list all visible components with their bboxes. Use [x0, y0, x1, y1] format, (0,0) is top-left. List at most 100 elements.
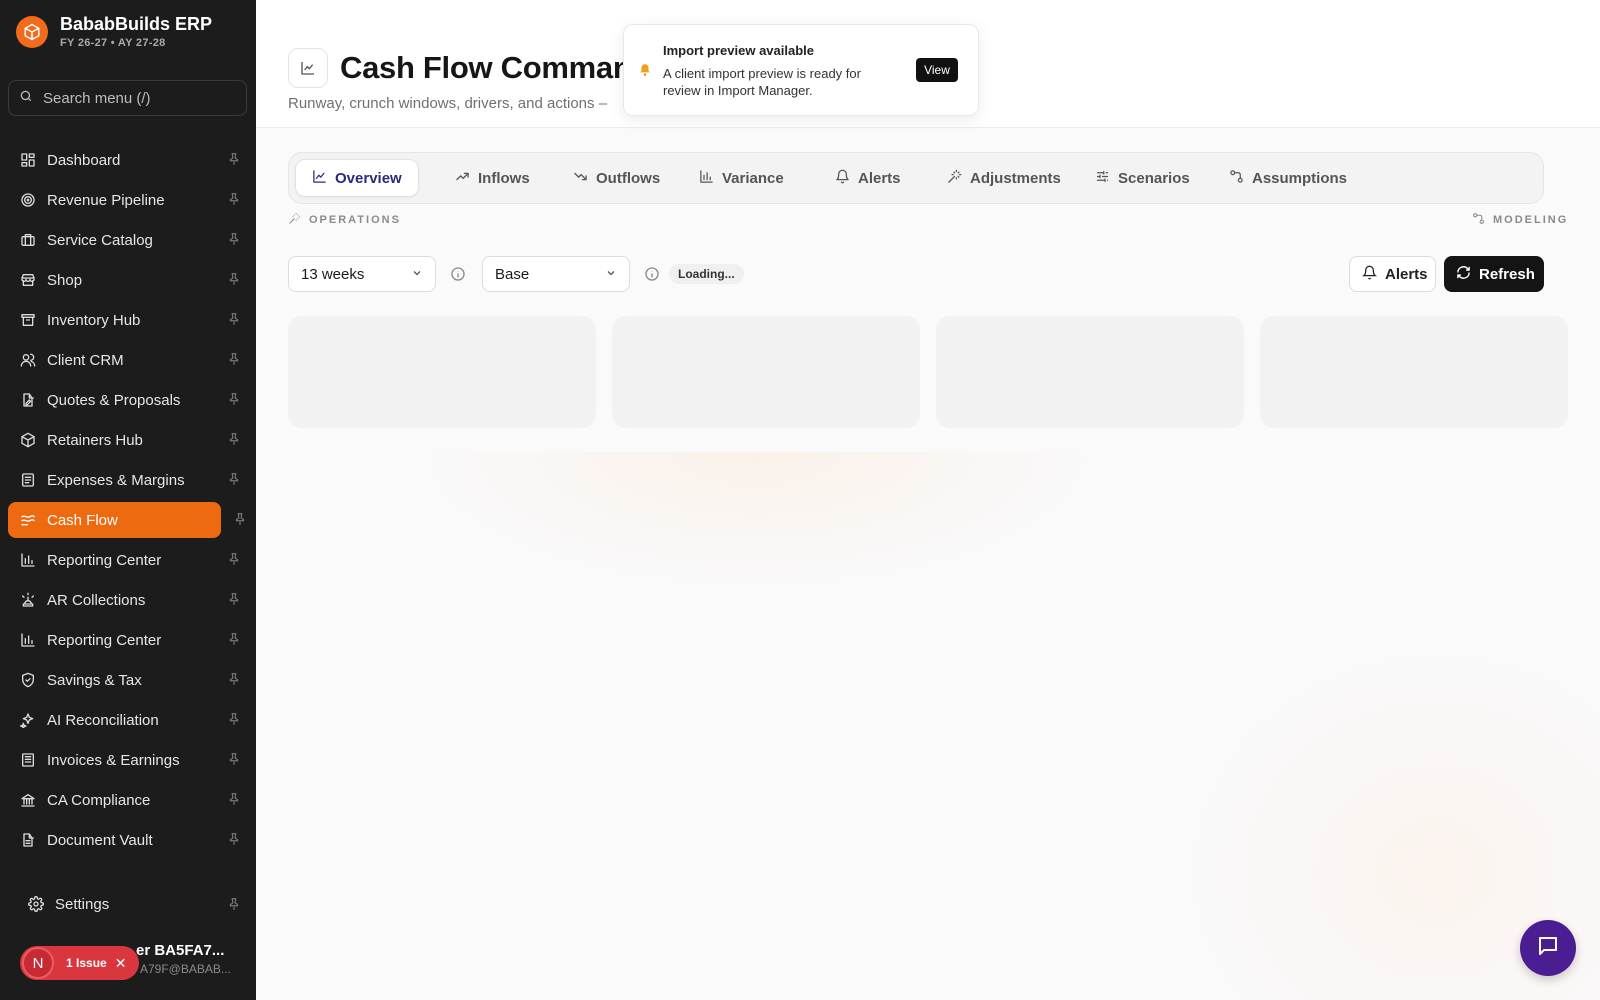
- user-profile[interactable]: er BA5FA7... A79F@BABAB... N 1 Issue ✕: [20, 934, 240, 990]
- sidebar-item-cash-flow[interactable]: Cash Flow: [8, 502, 245, 538]
- modeling-group-label: MODELING: [1472, 212, 1568, 228]
- wand-icon: [947, 169, 962, 188]
- search-icon: [19, 89, 33, 108]
- tab-overview[interactable]: Overview: [295, 159, 419, 197]
- search-input[interactable]: [43, 89, 223, 107]
- tab-outflows[interactable]: Outflows: [557, 159, 676, 197]
- bell-icon: [1361, 265, 1378, 284]
- pin-icon[interactable]: [227, 552, 241, 566]
- bar-chart-icon: [20, 552, 36, 568]
- target-icon: [20, 192, 36, 208]
- sidebar-item-ca-compliance[interactable]: CA Compliance: [8, 782, 249, 818]
- fiscal-period: FY 26-27 • AY 27-28: [60, 37, 166, 49]
- sidebar-item-quotes-proposals[interactable]: Quotes & Proposals: [8, 382, 249, 418]
- sidebar-item-retainers-hub[interactable]: Retainers Hub: [8, 422, 249, 458]
- operations-group-label: OPERATIONS: [288, 212, 401, 228]
- info-icon[interactable]: [644, 266, 660, 282]
- pin-icon[interactable]: [227, 432, 241, 446]
- sidebar-item-settings[interactable]: Settings: [16, 888, 241, 920]
- tab-alerts[interactable]: Alerts: [819, 159, 917, 197]
- sidebar-item-document-vault[interactable]: Document Vault: [8, 822, 249, 858]
- page-subtitle: Runway, crunch windows, drivers, and act…: [288, 95, 608, 112]
- alerts-button[interactable]: Alerts: [1349, 256, 1436, 292]
- sidebar-item-inventory-hub[interactable]: Inventory Hub: [8, 302, 249, 338]
- pin-icon[interactable]: [227, 792, 241, 806]
- user-email: A79F@BABAB...: [140, 962, 231, 976]
- chat-button[interactable]: [1520, 920, 1576, 976]
- pin-icon[interactable]: [227, 832, 241, 846]
- sidebar-item-service-catalog[interactable]: Service Catalog: [8, 222, 249, 258]
- sidebar-item-label: Revenue Pipeline: [47, 191, 165, 209]
- sidebar-item-dashboard[interactable]: Dashboard: [8, 142, 249, 178]
- pin-icon[interactable]: [227, 592, 241, 606]
- sidebar-item-label: Expenses & Margins: [47, 471, 185, 489]
- sidebar-item-savings-tax[interactable]: Savings & Tax: [8, 662, 249, 698]
- tab-bar: Overview Inflows Outflows Variance Alerts Adj…: [288, 152, 1544, 204]
- bell-icon: [835, 169, 850, 188]
- brand[interactable]: BababBuilds ERP FY 26-27 • AY 27-28: [16, 14, 212, 49]
- menu-search[interactable]: [8, 80, 247, 116]
- pin-icon[interactable]: [227, 352, 241, 366]
- bell-icon: [638, 63, 652, 77]
- users-icon: [20, 352, 36, 368]
- pin-icon[interactable]: [227, 897, 241, 911]
- sidebar-nav: Dashboard Revenue Pipeline Service Catalog…: [8, 142, 249, 862]
- sidebar-item-ai-reconciliation[interactable]: AI Reconciliation: [8, 702, 249, 738]
- pin-icon[interactable]: [233, 512, 247, 526]
- cashflow-controls: 13 weeks Base Loading... Alerts Refresh: [288, 256, 1544, 292]
- tab-assumptions[interactable]: Assumptions: [1213, 159, 1363, 197]
- pin-icon[interactable]: [227, 472, 241, 486]
- tab-inflows[interactable]: Inflows: [439, 159, 546, 197]
- pin-icon[interactable]: [227, 712, 241, 726]
- horizon-select[interactable]: 13 weeks: [288, 256, 436, 292]
- status-badge: Loading...: [669, 264, 744, 284]
- store-icon: [20, 272, 36, 288]
- trending-down-icon: [573, 169, 588, 188]
- sidebar-item-reporting-center[interactable]: Reporting Center: [8, 542, 249, 578]
- shield-icon: [20, 672, 36, 688]
- sidebar-item-label: Reporting Center: [47, 631, 162, 649]
- tab-adjustments[interactable]: Adjustments: [931, 159, 1077, 197]
- pin-icon[interactable]: [227, 192, 241, 206]
- dashboard-icon: [20, 152, 36, 168]
- close-icon[interactable]: ✕: [115, 955, 127, 972]
- sidebar-item-reporting-center[interactable]: Reporting Center: [8, 622, 249, 658]
- tab-variance[interactable]: Variance: [683, 159, 800, 197]
- tab-scenarios[interactable]: Scenarios: [1079, 159, 1206, 197]
- sidebar-item-label: Document Vault: [47, 831, 153, 849]
- toast-title: Import preview available: [663, 43, 815, 58]
- pin-icon[interactable]: [227, 272, 241, 286]
- pin-icon[interactable]: [227, 152, 241, 166]
- issue-indicator[interactable]: N 1 Issue ✕: [20, 946, 139, 980]
- sidebar-item-label: Savings & Tax: [47, 671, 142, 689]
- brand-name: BababBuilds ERP: [60, 14, 213, 34]
- sidebar-item-label: Shop: [47, 271, 83, 289]
- view-button[interactable]: View: [916, 58, 958, 82]
- bar-chart-icon: [20, 632, 36, 648]
- scenario-select[interactable]: Base: [482, 256, 630, 292]
- bank-icon: [20, 792, 36, 808]
- sidebar-item-expenses-margins[interactable]: Expenses & Margins: [8, 462, 249, 498]
- main-content: Cash Flow Command Runway, crunch windows…: [256, 0, 1600, 1000]
- pin-icon[interactable]: [227, 392, 241, 406]
- pin-icon[interactable]: [227, 752, 241, 766]
- pin-icon[interactable]: [227, 632, 241, 646]
- sidebar-item-client-crm[interactable]: Client CRM: [8, 342, 249, 378]
- sidebar-item-shop[interactable]: Shop: [8, 262, 249, 298]
- pin-icon[interactable]: [227, 672, 241, 686]
- sidebar-item-label: Client CRM: [47, 351, 124, 369]
- chevron-down-icon: [411, 266, 423, 283]
- sidebar-item-label: Inventory Hub: [47, 311, 141, 329]
- refresh-button[interactable]: Refresh: [1444, 256, 1544, 292]
- info-icon[interactable]: [450, 266, 466, 282]
- sidebar-item-invoices-earnings[interactable]: Invoices & Earnings: [8, 742, 249, 778]
- refresh-icon: [1456, 265, 1471, 284]
- sidebar-item-label: Invoices & Earnings: [47, 751, 180, 769]
- sidebar-item-ar-collections[interactable]: AR Collections: [8, 582, 249, 618]
- pin-icon[interactable]: [227, 232, 241, 246]
- sidebar-item-revenue-pipeline[interactable]: Revenue Pipeline: [8, 182, 249, 218]
- pin-icon[interactable]: [227, 312, 241, 326]
- user-name: er BA5FA7...: [136, 942, 225, 959]
- line-chart-icon: [288, 48, 328, 88]
- kpi-card-skeleton: [1260, 316, 1568, 428]
